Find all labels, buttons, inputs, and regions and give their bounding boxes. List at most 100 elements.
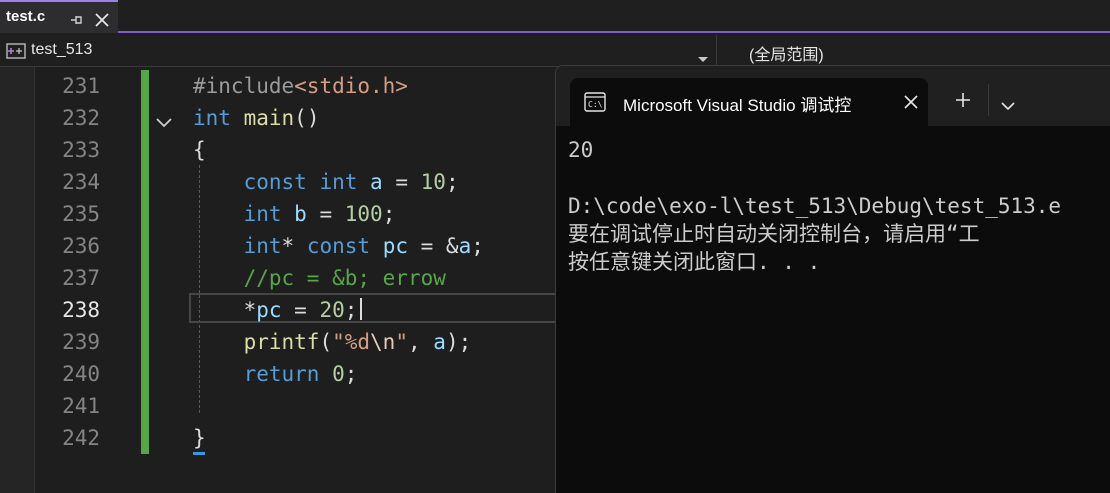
code-text: *pc = 20; bbox=[193, 294, 358, 326]
code-token: pc bbox=[382, 234, 408, 258]
code-token: ); bbox=[445, 330, 472, 354]
code-text: } bbox=[193, 422, 206, 454]
code-token: { bbox=[193, 138, 206, 162]
line-number: 241 bbox=[62, 394, 100, 418]
code-token: const bbox=[243, 170, 307, 194]
code-token: main bbox=[243, 106, 295, 130]
line-number: 242 bbox=[62, 426, 100, 450]
code-token: , bbox=[407, 330, 434, 354]
code-line[interactable]: 237 //pc = &b; errow bbox=[0, 262, 560, 294]
code-token: () bbox=[294, 106, 320, 130]
code-line[interactable]: 236 int* const pc = &a; bbox=[0, 230, 560, 262]
new-tab-button[interactable] bbox=[955, 92, 971, 112]
tab-test-c[interactable]: test.c bbox=[0, 0, 118, 33]
tab-label: test.c bbox=[6, 8, 46, 25]
project-name: test_513 bbox=[31, 41, 93, 58]
code-token: "%d bbox=[332, 330, 371, 354]
scope-dropdown[interactable]: (全局范围) bbox=[749, 41, 824, 65]
console-line: 要在调试停止时自动关闭控制台，请启用“工 bbox=[568, 222, 980, 246]
code-text: //pc = &b; errow bbox=[193, 262, 446, 294]
code-token: 100 bbox=[344, 202, 383, 226]
console-line: D:\code\exo-l\test_513\Debug\test_513.e bbox=[568, 194, 1062, 218]
code-token: \n bbox=[370, 330, 396, 354]
code-token: 0 bbox=[332, 362, 345, 386]
code-line[interactable]: 238 *pc = 20; bbox=[0, 294, 560, 326]
code-token: = bbox=[382, 170, 421, 194]
code-token: int bbox=[319, 170, 358, 194]
code-line[interactable]: 234 const int a = 10; bbox=[0, 166, 560, 198]
code-line[interactable]: 233 { bbox=[0, 134, 560, 166]
console-tab[interactable]: C:\ Microsoft Visual Studio 调试控 bbox=[570, 78, 928, 126]
chevron-down-icon[interactable] bbox=[1001, 96, 1015, 115]
code-token: = bbox=[281, 298, 320, 322]
code-token: * bbox=[281, 234, 307, 258]
code-token: " bbox=[395, 330, 408, 354]
titlebar-separator bbox=[988, 84, 989, 116]
code-text: int* const pc = &a; bbox=[193, 230, 484, 262]
code-line[interactable]: 239 printf("%d\n", a); bbox=[0, 326, 560, 358]
code-line[interactable]: 231 #include<stdio.h> bbox=[0, 70, 560, 102]
line-number: 233 bbox=[62, 138, 100, 162]
navigation-bar: test_513 (全局范围) bbox=[0, 35, 1110, 67]
code-token: 10 bbox=[420, 170, 446, 194]
code-token: <stdio.h> bbox=[294, 74, 408, 98]
line-number: 231 bbox=[62, 74, 100, 98]
code-text: int b = 100; bbox=[193, 198, 396, 230]
line-number: 236 bbox=[62, 234, 100, 258]
terminal-icon: C:\ bbox=[584, 92, 606, 116]
code-line[interactable]: 241 bbox=[0, 390, 560, 422]
code-token: a bbox=[458, 234, 472, 258]
svg-text:C:\: C:\ bbox=[588, 100, 603, 109]
pin-icon[interactable] bbox=[70, 12, 84, 31]
fold-chevron-icon[interactable] bbox=[156, 113, 172, 132]
code-token: int bbox=[243, 202, 282, 226]
code-token: const bbox=[306, 234, 371, 258]
project-dropdown[interactable]: test_513 bbox=[0, 35, 717, 66]
code-token: a bbox=[370, 170, 383, 194]
code-token: ; bbox=[344, 362, 358, 386]
code-token: ; bbox=[445, 170, 459, 194]
line-number: 240 bbox=[62, 362, 100, 386]
line-number: 232 bbox=[62, 106, 100, 130]
line-number: 239 bbox=[62, 330, 100, 354]
code-line[interactable]: 235 int b = 100; bbox=[0, 198, 560, 230]
code-line[interactable]: 240 return 0; bbox=[0, 358, 560, 390]
code-line[interactable]: 232 int main() bbox=[0, 102, 560, 134]
close-icon[interactable] bbox=[94, 12, 110, 32]
console-output: 20 D:\code\exo-l\test_513\Debug\test_513.… bbox=[568, 136, 1110, 276]
code-text: printf("%d\n", a); bbox=[193, 326, 472, 358]
line-number: 238 bbox=[62, 298, 100, 322]
project-icon bbox=[6, 43, 26, 63]
document-tab-strip: test.c bbox=[0, 0, 1110, 33]
code-line[interactable]: 242} bbox=[0, 422, 560, 454]
code-token: ; bbox=[471, 234, 484, 258]
code-text: #include<stdio.h> bbox=[193, 70, 408, 102]
code-token: ; bbox=[382, 202, 396, 226]
code-text: const int a = 10; bbox=[193, 166, 459, 198]
debug-console-window[interactable]: C:\ Microsoft Visual Studio 调试控 20 D:\cod… bbox=[555, 65, 1110, 493]
console-titlebar: C:\ Microsoft Visual Studio 调试控 bbox=[556, 66, 1110, 126]
code-token: //pc = &b; errow bbox=[243, 266, 446, 290]
console-tab-title: Microsoft Visual Studio 调试控 bbox=[623, 96, 852, 115]
code-token: a bbox=[433, 330, 446, 354]
code-text: int main() bbox=[193, 102, 319, 134]
code-token: #include bbox=[193, 74, 295, 98]
line-number: 235 bbox=[62, 202, 100, 226]
code-token: return bbox=[243, 362, 320, 386]
code-token: int bbox=[193, 106, 231, 130]
code-token: pc bbox=[256, 298, 282, 322]
code-text: return 0; bbox=[193, 358, 358, 390]
console-line: 按任意键关闭此窗口. . . bbox=[568, 250, 821, 274]
close-icon[interactable] bbox=[904, 94, 918, 113]
